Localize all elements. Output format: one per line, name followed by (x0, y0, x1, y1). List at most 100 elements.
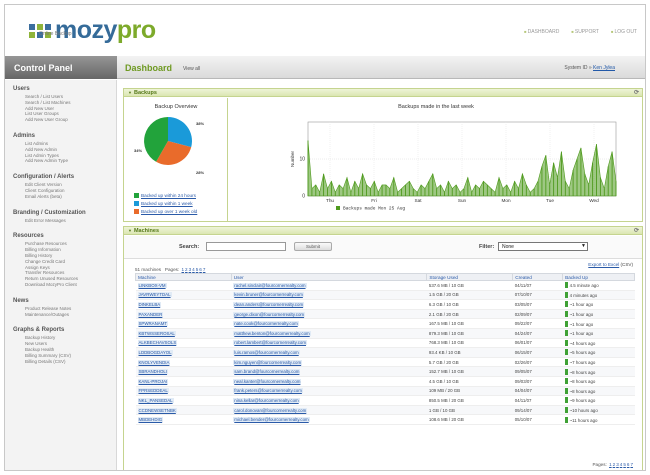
page-link[interactable]: 1 (609, 462, 612, 467)
legend-within-24-hours[interactable]: Backed up within 24 hours (134, 193, 196, 198)
user-cell-link[interactable]: nate.cook@fourcornerrealty.com (233, 321, 299, 327)
machine-cell[interactable]: LINKBOX-VM (135, 280, 232, 291)
export-excel-link[interactable]: Export to Excel (588, 262, 619, 267)
table-row[interactable]: DINKELBA dean.anders@fourcornerrealty.com… (135, 299, 635, 310)
machine-cell[interactable]: NKL_PANSEDAL (135, 395, 232, 406)
sidebar-item[interactable]: Email Alerts (beta) (13, 194, 116, 200)
table-row[interactable]: SPWRANAMT nate.cook@fourcornerrealty.com 1… (135, 318, 635, 329)
table-row[interactable]: LINKBOX-VM rachel.sinclair@fourcornerreal… (135, 280, 635, 291)
logout-link[interactable]: LOG OUT (611, 29, 637, 35)
machine-cell[interactable]: JAVRWEYTDAL (135, 290, 232, 301)
machine-cell-link[interactable]: KBTWSSEROSAL (137, 330, 176, 336)
machine-cell[interactable]: FPRSEDDEAL (135, 386, 232, 397)
machine-cell-link[interactable]: PAXANDER (137, 311, 164, 317)
user-cell[interactable]: matthew.benton@fourcornerrealty.com (231, 328, 427, 339)
user-cell-link[interactable]: neal.kanter@fourcornerrealty.com (233, 378, 302, 384)
user-cell[interactable]: sam.brand@fourcornerrealty.com (231, 366, 427, 377)
page-link[interactable]: 4 (620, 462, 623, 467)
machine-cell-link[interactable]: LDDBOGDAYOL (137, 349, 173, 355)
page-link[interactable]: 2 (185, 267, 188, 272)
machine-cell-link[interactable]: FPRSEDDEAL (137, 388, 169, 394)
refresh-icon[interactable]: ⟳ (634, 89, 639, 96)
user-name-link[interactable]: Ken Jylea (593, 65, 615, 71)
user-cell[interactable]: robert.lambert@fourcornerrealty.com (231, 338, 427, 349)
col-backed-up[interactable]: Backed Up (562, 273, 635, 281)
user-cell-link[interactable]: sam.brand@fourcornerrealty.com (233, 369, 301, 375)
user-cell[interactable]: nate.cook@fourcornerrealty.com (231, 318, 427, 329)
support-link[interactable]: SUPPORT (571, 29, 599, 35)
user-cell-link[interactable]: kim.nguyen@fourcornerrealty.com (233, 359, 303, 365)
page-link[interactable]: 7 (630, 462, 633, 467)
user-cell-link[interactable]: dean.anders@fourcornerrealty.com (233, 301, 305, 307)
user-cell[interactable]: george.dixon@fourcornerrealty.com (231, 309, 427, 320)
user-cell-link[interactable]: luis.ramos@fourcornerrealty.com (233, 349, 300, 355)
machine-cell[interactable]: CCDNEWSETNBK (135, 405, 232, 416)
machine-cell-link[interactable]: KNOLYVENDIA (137, 359, 171, 365)
user-cell-link[interactable]: matthew.benton@fourcornerrealty.com (233, 330, 311, 336)
sidebar-item[interactable]: Download MozyPro Client (13, 282, 116, 288)
table-row[interactable]: FPRSEDDEAL frank.peters@fourcornerrealty.… (135, 386, 635, 397)
search-input[interactable] (206, 242, 286, 251)
col-created[interactable]: Created (512, 273, 564, 281)
machine-cell-link[interactable]: NKL_PANSEDAL (137, 397, 174, 403)
table-row[interactable]: SBRANDHOLI sam.brand@fourcornerrealty.com… (135, 366, 635, 377)
brand-logo[interactable]: mozypro (29, 18, 156, 43)
machine-cell[interactable]: SPWRANAMT (135, 318, 232, 329)
table-row[interactable]: MBDEHDIG michael.bender@fourcornerrealty.… (135, 414, 635, 425)
page-link[interactable]: 5 (623, 462, 626, 467)
page-link[interactable]: 4 (192, 267, 195, 272)
user-cell-link[interactable]: frank.peters@fourcornerrealty.com (233, 388, 303, 394)
sidebar-item[interactable]: Add New Admin Type (13, 158, 116, 164)
user-cell[interactable]: nina.kellar@fourcornerrealty.com (231, 395, 427, 406)
page-link[interactable]: 6 (199, 267, 202, 272)
view-all-link[interactable]: View all (183, 66, 200, 72)
legend-within-1-week[interactable]: Backed up within 1 week (134, 201, 193, 206)
dashboard-link[interactable]: DASHBOARD (524, 29, 560, 35)
table-row[interactable]: ALKBECHAVSOLS robert.lambert@fourcornerre… (135, 338, 635, 349)
page-link[interactable]: 2 (613, 462, 616, 467)
table-row[interactable]: KNOLYVENDIA kim.nguyen@fourcornerrealty.c… (135, 357, 635, 368)
user-cell[interactable]: luis.ramos@fourcornerrealty.com (231, 347, 427, 358)
backups-header[interactable]: ▼ Backups ⟳ (124, 89, 642, 97)
refresh-icon[interactable]: ⟳ (634, 227, 639, 234)
table-row[interactable]: KBTWSSEROSAL matthew.benton@fourcornerrea… (135, 328, 635, 339)
user-cell[interactable]: kim.nguyen@fourcornerrealty.com (231, 357, 427, 368)
submit-button[interactable]: Submit (294, 242, 332, 251)
machine-cell-link[interactable]: ALKBECHAVSOLS (137, 340, 178, 346)
user-cell-link[interactable]: michael.bender@fourcornerrealty.com (233, 417, 310, 423)
page-link[interactable]: 7 (203, 267, 206, 272)
user-cell[interactable]: frank.peters@fourcornerrealty.com (231, 386, 427, 397)
machine-cell[interactable]: PAXANDER (135, 309, 232, 320)
machine-cell[interactable]: LDDBOGDAYOL (135, 347, 232, 358)
machine-cell[interactable]: DINKELBA (135, 299, 232, 310)
machine-cell[interactable]: KANL-PROJAI (135, 376, 232, 387)
machine-cell-link[interactable]: MBDEHDIG (137, 417, 164, 423)
machines-header[interactable]: ▼ Machines ⟳ (124, 227, 642, 235)
machine-cell[interactable]: ALKBECHAVSOLS (135, 338, 232, 349)
machine-cell[interactable]: KBTWSSEROSAL (135, 328, 232, 339)
col-storage-used[interactable]: Storage Used (426, 273, 514, 281)
page-link[interactable]: 5 (196, 267, 199, 272)
user-cell-link[interactable]: rachel.sinclair@fourcornerrealty.com (233, 282, 307, 288)
sidebar-item[interactable]: Edit Error Messages (13, 218, 116, 224)
machine-cell-link[interactable]: SBRANDHOLI (137, 369, 169, 375)
user-cell[interactable]: dean.anders@fourcornerrealty.com (231, 299, 427, 310)
machine-cell[interactable]: KNOLYVENDIA (135, 357, 232, 368)
machine-cell[interactable]: SBRANDHOLI (135, 366, 232, 377)
machine-cell-link[interactable]: CCDNEWSETNBK (137, 407, 177, 413)
col-user[interactable]: User (230, 273, 428, 281)
user-cell-link[interactable]: nina.kellar@fourcornerrealty.com (233, 397, 300, 403)
user-cell-link[interactable]: george.dixon@fourcornerrealty.com (233, 311, 306, 317)
user-cell[interactable]: michael.bender@fourcornerrealty.com (231, 414, 427, 425)
filter-select[interactable]: None ▼ (498, 242, 588, 251)
table-row[interactable]: KANL-PROJAI neal.kanter@fourcornerrealty.… (135, 376, 635, 387)
machine-cell-link[interactable]: JAVRWEYTDAL (137, 292, 172, 298)
machine-cell-link[interactable]: SPWRANAMT (137, 321, 169, 327)
col-machine[interactable]: Machine (135, 273, 232, 281)
user-cell-link[interactable]: robert.lambert@fourcornerrealty.com (233, 340, 308, 346)
legend-over-1-week[interactable]: Backed up over 1 week old (134, 209, 197, 214)
table-row[interactable]: PAXANDER george.dixon@fourcornerrealty.co… (135, 309, 635, 320)
user-cell[interactable]: neal.kanter@fourcornerrealty.com (231, 376, 427, 387)
page-link[interactable]: 1 (181, 267, 184, 272)
machine-cell-link[interactable]: LINKBOX-VM (137, 282, 167, 288)
